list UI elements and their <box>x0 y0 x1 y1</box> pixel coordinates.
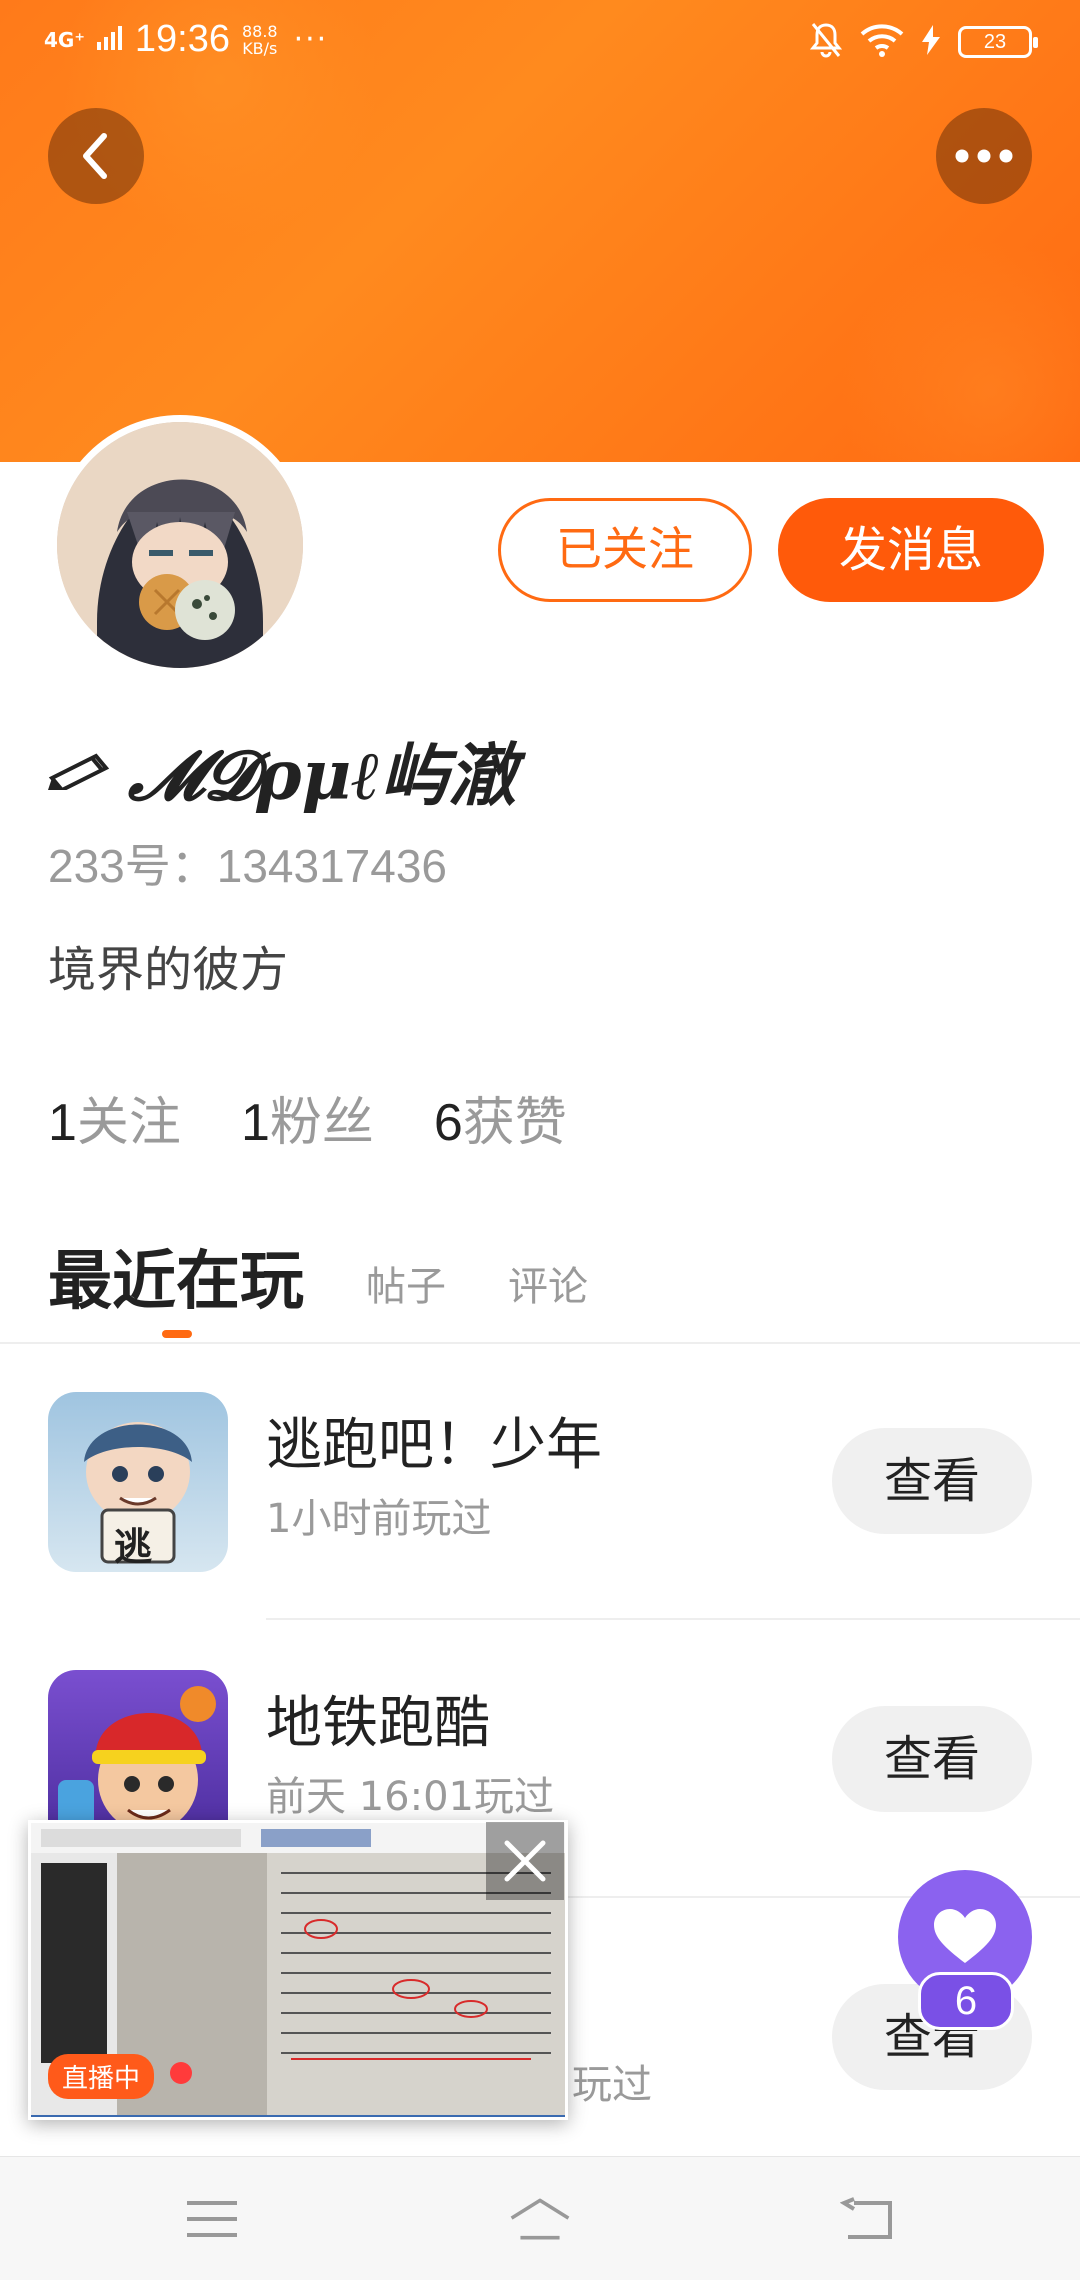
speed-value: 88.8 <box>241 21 278 41</box>
following-count: 1 <box>48 1094 77 1152</box>
game-list-item: 逃 逃跑吧！少年 1小时前玩过 查看 <box>0 1392 1080 1668</box>
game-name: 地铁跑酷 <box>266 1691 490 1756</box>
username: 𝓜𝓓ρμℓ屿澈 <box>48 720 516 819</box>
like-count-badge: 6 <box>918 1972 1014 2030</box>
game-name: 逃跑吧！少年 <box>266 1413 602 1478</box>
tab-recent-playing[interactable]: 最近在玩 <box>48 1230 304 1338</box>
likes-label: 获赞 <box>462 1093 567 1153</box>
likes-count: 6 <box>433 1094 463 1152</box>
tab-posts[interactable]: 帖子 <box>366 1254 446 1322</box>
back-arrow-icon <box>840 2197 892 2239</box>
menu-nav-button[interactable] <box>180 2187 244 2251</box>
home-icon <box>510 2198 570 2240</box>
network-speed: 88.8 KB/s <box>242 23 278 57</box>
tab-divider <box>0 1342 1080 1344</box>
charging-icon <box>922 25 940 59</box>
avatar-illustration <box>57 422 303 668</box>
following-stat[interactable]: 1关注 <box>48 1080 181 1155</box>
tab-comments[interactable]: 评论 <box>508 1254 588 1322</box>
pencil-icon <box>48 753 110 790</box>
bio: 境界的彼方 <box>48 942 289 998</box>
live-indicator-dot <box>170 2062 192 2084</box>
fans-stat[interactable]: 1粉丝 <box>241 1080 374 1155</box>
menu-icon <box>187 2201 237 2237</box>
close-icon <box>504 1840 546 1882</box>
fans-label: 粉丝 <box>269 1093 374 1153</box>
back-button[interactable] <box>48 108 144 204</box>
game-icon[interactable]: 逃 <box>48 1392 228 1572</box>
likes-stat[interactable]: 6获赞 <box>434 1080 567 1155</box>
more-options-button[interactable] <box>936 108 1032 204</box>
heart-icon <box>934 1909 996 1963</box>
view-game-button[interactable]: 查看 <box>832 1428 1032 1534</box>
row-divider <box>266 1618 1080 1620</box>
game-last-played: 玩过 <box>572 2062 652 2108</box>
mute-bell-icon <box>809 22 843 62</box>
live-badge: 直播中 <box>48 2054 155 2099</box>
close-live-button[interactable] <box>486 1822 564 1900</box>
battery-indicator: 23 <box>958 26 1038 58</box>
fans-count: 1 <box>240 1094 270 1152</box>
clock: 19:36 <box>134 18 230 60</box>
account-id: 233号：134317436 <box>48 840 447 892</box>
speed-unit: KB/s <box>242 38 278 58</box>
following-label: 关注 <box>76 1093 181 1153</box>
more-dots-icon <box>955 149 1013 163</box>
profile-stats: 1关注 1粉丝 6获赞 <box>48 1080 567 1155</box>
wifi-icon <box>860 23 904 61</box>
send-message-button[interactable]: 发消息 <box>778 498 1044 602</box>
system-navigation-bar <box>0 2156 1080 2280</box>
game-last-played: 前天 16:01玩过 <box>266 1774 554 1820</box>
chevron-left-icon <box>83 133 107 179</box>
signal-icon <box>96 25 123 54</box>
username-text: 𝓜𝓓ρμℓ屿澈 <box>128 736 517 816</box>
followed-button[interactable]: 已关注 <box>498 498 752 602</box>
game-icon-label: 逃 <box>114 1525 153 1569</box>
status-bar: 4G⁺ 19:36 88.8 KB/s ··· 23 <box>0 0 1080 84</box>
home-nav-button[interactable] <box>508 2187 572 2251</box>
network-indicator: 4G⁺ <box>44 27 85 52</box>
game-last-played: 1小时前玩过 <box>266 1496 492 1542</box>
avatar[interactable] <box>50 415 310 675</box>
back-nav-button[interactable] <box>836 2187 900 2251</box>
status-more: ··· <box>293 22 329 57</box>
profile-tabs: 最近在玩 帖子 评论 <box>48 1230 588 1338</box>
view-game-button[interactable]: 查看 <box>832 1706 1032 1812</box>
